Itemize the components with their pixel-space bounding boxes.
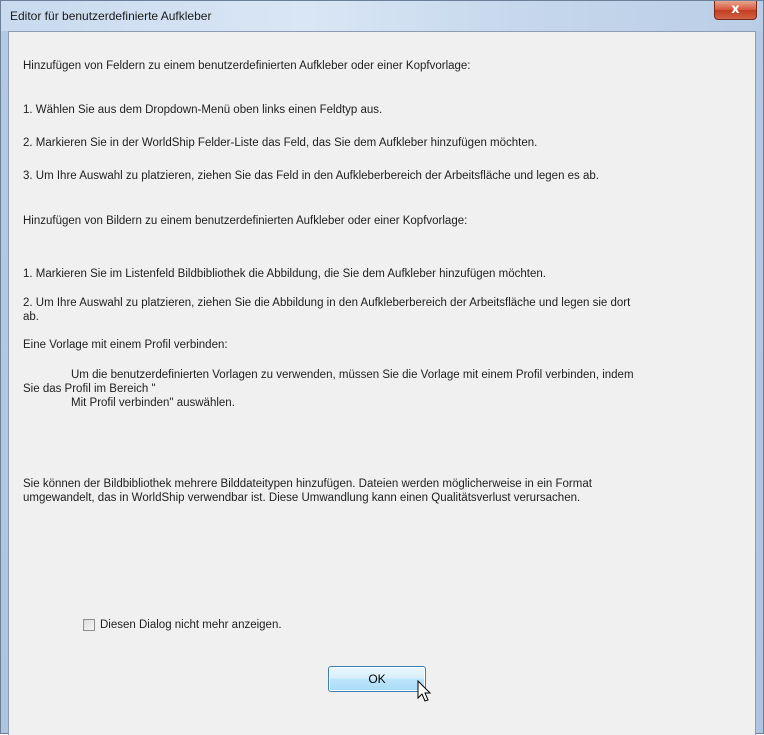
close-button[interactable]: x (714, 1, 757, 20)
profile-line-2: Sie das Profil im Bereich " (23, 383, 156, 395)
window-title: Editor für benutzerdefinierte Aufkleber (10, 9, 212, 23)
fields-step-1: 1. Wählen Sie aus dem Dropdown-Menü oben… (23, 104, 383, 116)
dont-show-again-checkbox[interactable] (83, 619, 95, 631)
fields-step-2: 2. Markieren Sie in der WorldShip Felder… (23, 137, 538, 149)
profile-heading: Eine Vorlage mit einem Profil verbinden: (23, 339, 228, 351)
fields-step-3: 3. Um Ihre Auswahl zu platzieren, ziehen… (23, 170, 599, 182)
images-heading: Hinzufügen von Bildern zu einem benutzer… (23, 215, 468, 227)
profile-line-1: Um die benutzerdefinierten Vorlagen zu v… (71, 369, 634, 381)
mouse-pointer-icon (417, 680, 432, 702)
profile-text: Um die benutzerdefinierten Vorlagen zu v… (23, 368, 634, 410)
dialog-window: Editor für benutzerdefinierte Aufkleber … (0, 0, 764, 735)
images-step-2: 2. Um Ihre Auswahl zu platzieren, ziehen… (23, 296, 630, 324)
fields-heading: Hinzufügen von Feldern zu einem benutzer… (23, 60, 471, 72)
library-line-1: Sie können der Bildbibliothek mehrere Bi… (23, 478, 592, 490)
dont-show-again-option[interactable]: Diesen Dialog nicht mehr anzeigen. (83, 619, 282, 631)
library-text: Sie können der Bildbibliothek mehrere Bi… (23, 477, 592, 505)
ok-button[interactable]: OK (328, 666, 426, 692)
library-line-2: umgewandelt, das in WorldShip verwendbar… (23, 492, 581, 504)
profile-line-3: Mit Profil verbinden" auswählen. (71, 397, 235, 409)
images-step-1: 1. Markieren Sie im Listenfeld Bildbibli… (23, 268, 546, 280)
images-step-2-line-1: 2. Um Ihre Auswahl zu platzieren, ziehen… (23, 297, 631, 309)
title-bar[interactable]: Editor für benutzerdefinierte Aufkleber … (1, 1, 763, 31)
images-step-2-line-2: ab. (23, 311, 39, 323)
close-icon: x (731, 2, 740, 17)
dont-show-again-label: Diesen Dialog nicht mehr anzeigen. (100, 619, 282, 631)
